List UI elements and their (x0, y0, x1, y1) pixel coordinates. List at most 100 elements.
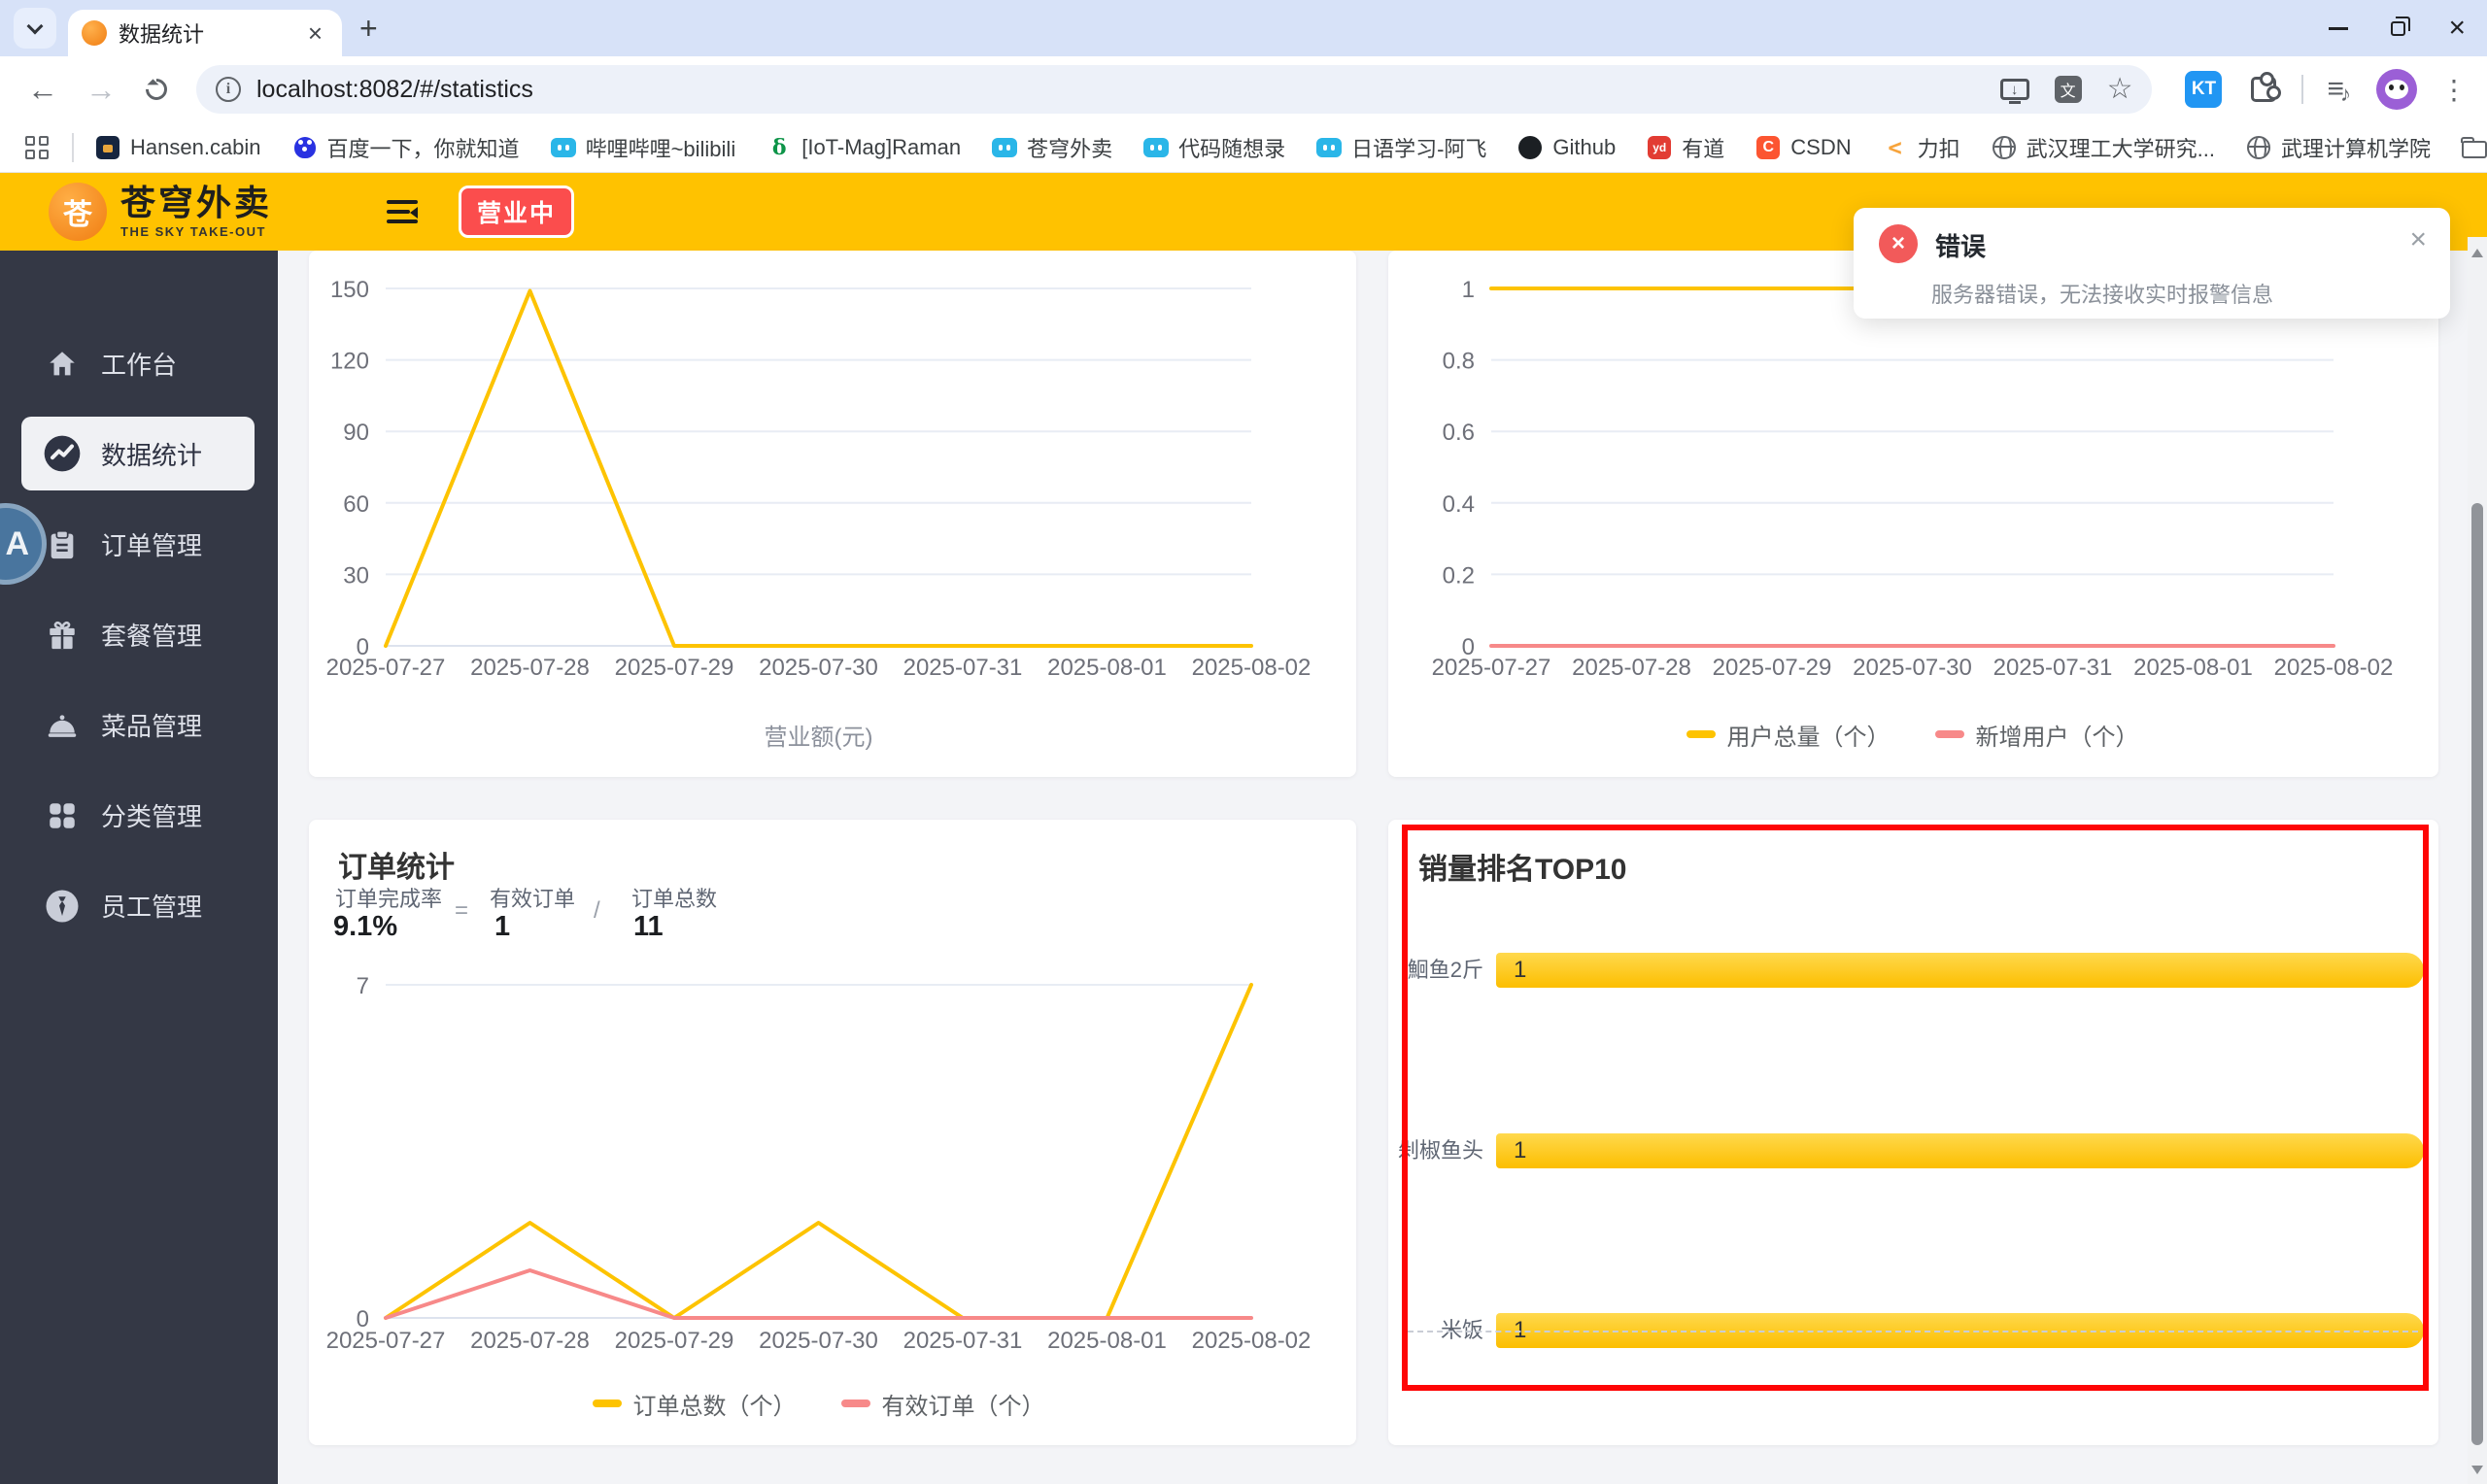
window-minimize-button[interactable] (2329, 26, 2349, 30)
bookmark-item[interactable]: 代码随想录 (1143, 132, 1285, 163)
sidebar: 工作台数据统计订单管理 套餐管理菜品管理分类管理员工管理 (0, 251, 278, 1484)
reload-button[interactable] (141, 74, 172, 105)
window-controls: × (2329, 14, 2487, 43)
svg-text:2025-08-02: 2025-08-02 (1192, 655, 1312, 681)
url-text[interactable]: localhost:8082/#/statistics (256, 76, 1975, 104)
bookmark-item[interactable]: 武理计算机学院 (2246, 132, 2431, 163)
bookmark-label: 武汉理工大学研究... (2026, 136, 2215, 161)
media-controls-icon[interactable]: ≡ ♪ (2327, 72, 2351, 107)
sales-bar[interactable]: 1 (1496, 1133, 2424, 1168)
scrollbar-thumb[interactable] (2471, 503, 2483, 1445)
bookmark-item[interactable]: 日语学习-阿飞 (1316, 132, 1486, 163)
bookmark-item[interactable]: C CSDN (1755, 134, 1852, 160)
svg-text:2025-07-27: 2025-07-27 (326, 655, 446, 681)
bookmark-label: 武理计算机学院 (2280, 136, 2431, 161)
users-line-chart: 10.80.60.40.202025-07-27 2025-07-28 2025-0… (1432, 277, 2394, 681)
bookmark-item[interactable]: Github (1517, 135, 1616, 160)
chevron-down-icon (26, 17, 44, 35)
tab-close-icon[interactable]: × (302, 18, 328, 48)
bookmark-item[interactable]: 哔哩哔哩~bilibili (550, 132, 735, 163)
svg-text:30: 30 (343, 562, 369, 589)
bookmark-item[interactable]: yd 有道 (1647, 132, 1724, 163)
install-app-icon[interactable]: ↓ (1999, 79, 2029, 104)
business-status-badge[interactable]: 营业中 (459, 186, 575, 238)
bookmark-item[interactable]: 苍穹外卖 (992, 132, 1112, 163)
error-icon: × (1879, 224, 1918, 263)
panda-avatar-icon (2385, 80, 2408, 99)
sidebar-item-label: 员工管理 (101, 893, 203, 922)
sidebar-item-combo[interactable]: 套餐管理 (21, 590, 255, 680)
error-toast: × 错误 服务器错误，无法接收实时报警信息 × (1854, 208, 2450, 319)
svg-text:60: 60 (343, 491, 369, 518)
sidebar-item-home[interactable]: 工作台 (21, 319, 255, 409)
address-bar[interactable]: i localhost:8082/#/statistics ↓ 文 ☆ (196, 65, 2153, 114)
bookmark-label: 百度一下，你就知道 (326, 136, 520, 161)
orders-icon (43, 525, 82, 564)
top10-sales-card: 销量排名TOP10 鮰鱼2斤 1 剁椒鱼头 1 米饭 1 (1388, 820, 2438, 1445)
sidebar-collapse-icon[interactable] (387, 200, 419, 223)
browser-menu-icon[interactable]: ⋮ (2440, 74, 2468, 106)
svg-text:2025-08-02: 2025-08-02 (2274, 655, 2394, 681)
bar-category-label: 鮰鱼2斤 (1407, 958, 1483, 982)
bookmark-item[interactable]: δ [IoT-Mag]Raman (767, 135, 961, 160)
kt-extension-icon[interactable]: KT (2185, 71, 2223, 108)
legend-label: 订单总数（个） (632, 1393, 797, 1420)
sidebar-item-label: 菜品管理 (101, 712, 203, 741)
bookmark-label: Github (1552, 134, 1617, 159)
window-restore-button[interactable] (2391, 16, 2411, 36)
legend-item[interactable]: 用户总量（个） (1686, 718, 1891, 752)
page-scrollbar[interactable] (2468, 237, 2487, 1484)
site-info-icon[interactable]: i (216, 77, 241, 102)
leetcode-icon: < (1888, 133, 1902, 161)
bookmark-item[interactable]: Hansen.cabin (95, 135, 261, 160)
svg-text:2025-07-31: 2025-07-31 (903, 1328, 1023, 1354)
sidebar-item-label: 工作台 (101, 351, 178, 380)
translate-icon[interactable]: 文 (2054, 76, 2082, 103)
scrollbar-up-arrow[interactable] (2471, 243, 2483, 257)
sidebar-item-category[interactable]: 分类管理 (21, 770, 255, 860)
bookmark-label: CSDN (1790, 134, 1852, 159)
new-tab-button[interactable]: + (359, 13, 378, 44)
red-highlight-rectangle (1402, 825, 2429, 1391)
users-legend: 用户总量（个） 新增用户（个） (1491, 718, 2334, 752)
legend-item[interactable]: 有效订单（个） (840, 1387, 1045, 1421)
back-button[interactable]: ← (27, 74, 58, 105)
sales-bar[interactable]: 1 (1496, 953, 2424, 988)
turnover-legend: 营业额(元) (386, 718, 1251, 752)
svg-text:7: 7 (357, 973, 369, 999)
sidebar-item-employee[interactable]: 员工管理 (21, 860, 255, 951)
window-close-button[interactable]: × (2448, 14, 2466, 43)
profile-avatar[interactable] (2376, 69, 2417, 110)
bookmark-item[interactable]: 计算机 (2461, 132, 2487, 163)
apps-grid-icon[interactable] (25, 135, 49, 159)
toast-close-icon[interactable]: × (2409, 225, 2427, 254)
forward-button[interactable]: → (85, 74, 117, 105)
bookmark-item[interactable]: 武汉理工大学研究... (1992, 132, 2215, 163)
legend-item[interactable]: 订单总数（个） (592, 1387, 797, 1421)
sidebar-item-dish[interactable]: 菜品管理 (21, 680, 255, 770)
sidebar-item-orders[interactable]: 订单管理 (21, 499, 255, 590)
orders-legend: 订单总数（个） 有效订单（个） (386, 1387, 1251, 1421)
sidebar-item-label: 数据统计 (101, 440, 203, 470)
browser-tab[interactable]: 数据统计 × (68, 10, 342, 56)
bookmark-star-icon[interactable]: ☆ (2107, 75, 2133, 104)
scrollbar-down-arrow[interactable] (2471, 1466, 2483, 1480)
site-image-icon (95, 135, 120, 160)
legend-item[interactable]: 新增用户（个） (1934, 718, 2139, 752)
legend-label: 有效订单（个） (881, 1393, 1045, 1420)
bookmark-item[interactable]: 百度一下，你就知道 (292, 132, 520, 163)
tab-search-button[interactable] (14, 8, 56, 49)
brand-name: 苍穹外卖 (120, 183, 273, 222)
sidebar-item-label: 分类管理 (101, 802, 203, 831)
bookmark-label: 日语学习-阿飞 (1351, 136, 1487, 161)
screen: 数据统计 × + × ← → i localhost:8082/#/statis… (0, 0, 2487, 1484)
bookmark-item[interactable]: < 力扣 (1883, 132, 1959, 163)
combo-icon (43, 616, 82, 655)
tab-title: 数据统计 (119, 22, 205, 47)
legend-item[interactable]: 营业额(元) (765, 718, 873, 752)
svg-text:1: 1 (1462, 277, 1475, 303)
sidebar-item-stats[interactable]: 数据统计 (21, 417, 255, 490)
extensions-puzzle-icon[interactable] (2251, 72, 2282, 102)
users-chart-card: 1 0.8 0.6 0.4 0.2 0 2025-07-27 2025-07-28 2025-0… (1388, 251, 2438, 777)
browser-tab-strip: 数据统计 × + × (0, 0, 2487, 56)
